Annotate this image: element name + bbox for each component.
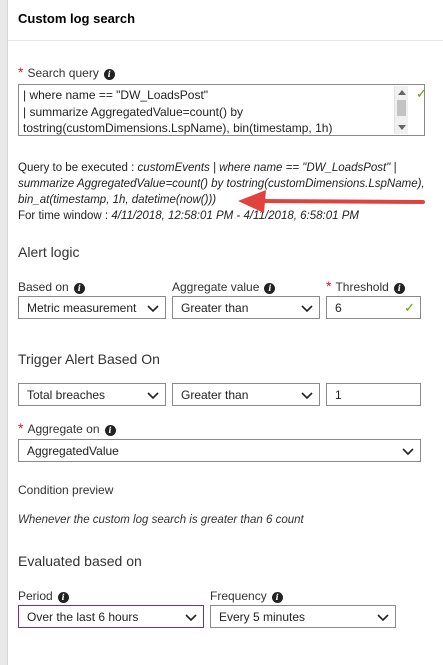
aggregate-on-value: AggregatedValue xyxy=(27,444,119,458)
trigger-operator-select[interactable]: Greater than xyxy=(172,383,320,406)
chevron-down-icon xyxy=(402,448,414,456)
frequency-value: Every 5 minutes xyxy=(219,610,306,624)
required-asterisk: * xyxy=(326,278,332,294)
frequency-label: Frequency xyxy=(210,589,267,603)
header-divider xyxy=(8,40,443,41)
period-select[interactable]: Over the last 6 hours xyxy=(18,605,204,628)
based-on-label: Based on xyxy=(18,280,69,294)
exec-line-1: customEvents | where name == "DW_LoadsPo… xyxy=(137,162,397,174)
breaches-select[interactable]: Total breaches xyxy=(18,383,166,406)
threshold-label-row: * Threshold i xyxy=(326,278,405,294)
threshold-value: 6 xyxy=(335,301,342,315)
exec-prefix: Query to be executed : xyxy=(18,162,138,174)
chevron-down-icon xyxy=(147,392,159,400)
breach-count-value: 1 xyxy=(335,388,342,402)
aggregate-on-select[interactable]: AggregatedValue xyxy=(18,439,421,462)
time-window-label: For time window : xyxy=(18,210,112,222)
threshold-label: Threshold xyxy=(335,280,389,294)
alert-logic-heading: Alert logic xyxy=(18,244,80,260)
required-asterisk: * xyxy=(18,420,24,436)
panel-title: Custom log search xyxy=(18,11,136,26)
evaluated-based-on-heading: Evaluated based on xyxy=(18,553,142,569)
search-query-label: Search query xyxy=(27,66,99,80)
period-label-row: Period i xyxy=(18,589,69,603)
query-line-3: tostring(customDimensions.LspName), bin(… xyxy=(23,121,333,135)
based-on-select[interactable]: Metric measurement xyxy=(18,296,166,319)
info-icon[interactable]: i xyxy=(104,425,116,436)
info-icon[interactable]: i xyxy=(73,283,85,294)
search-query-input[interactable]: | where name == "DW_LoadsPost" | summari… xyxy=(18,84,425,136)
scroll-thumb[interactable] xyxy=(397,100,406,116)
chevron-down-icon xyxy=(377,614,389,622)
condition-preview-heading: Condition preview xyxy=(18,483,114,497)
aggregate-value-label-row: Aggregate value i xyxy=(172,280,276,294)
search-query-label-row: * Search query i xyxy=(18,64,115,80)
search-query-text: | where name == "DW_LoadsPost" | summari… xyxy=(23,87,395,137)
scroll-up-arrow-icon[interactable] xyxy=(398,90,406,95)
aggregate-on-label-row: * Aggregate on i xyxy=(18,420,116,436)
trigger-operator-value: Greater than xyxy=(181,388,249,402)
based-on-label-row: Based on i xyxy=(18,280,85,294)
scroll-down-arrow-icon[interactable] xyxy=(398,125,406,130)
info-icon[interactable]: i xyxy=(264,283,276,294)
query-line-2: | summarize AggregatedValue=count() by xyxy=(23,104,244,119)
valid-check-icon: ✓ xyxy=(416,86,427,101)
breaches-value: Total breaches xyxy=(27,388,106,402)
based-on-value: Metric measurement xyxy=(27,301,137,315)
aggregate-on-label: Aggregate on xyxy=(27,422,100,436)
info-icon[interactable]: i xyxy=(393,283,405,294)
blade-left-edge xyxy=(0,0,8,665)
breach-count-input[interactable]: 1 xyxy=(326,383,421,406)
period-label: Period xyxy=(18,589,53,603)
valid-check-icon: ✓ xyxy=(404,300,415,315)
info-icon[interactable]: i xyxy=(271,592,283,603)
aggregate-value-value: Greater than xyxy=(181,301,249,315)
exec-line-3: bin_at(timestamp, 1h, datetime(now())) xyxy=(18,194,217,206)
period-value: Over the last 6 hours xyxy=(27,610,139,624)
condition-preview-text: Whenever the custom log search is greate… xyxy=(18,514,304,526)
query-line-1: | where name == "DW_LoadsPost" xyxy=(23,88,209,102)
required-asterisk: * xyxy=(18,64,24,80)
frequency-select[interactable]: Every 5 minutes xyxy=(210,605,396,628)
chevron-down-icon xyxy=(147,305,159,313)
query-scrollbar[interactable] xyxy=(394,86,408,134)
aggregate-value-label: Aggregate value xyxy=(172,280,260,294)
aggregate-value-select[interactable]: Greater than xyxy=(172,296,320,319)
trigger-alert-heading: Trigger Alert Based On xyxy=(18,351,160,367)
annotation-arrow-icon xyxy=(238,190,425,213)
chevron-down-icon xyxy=(185,614,197,622)
info-icon[interactable]: i xyxy=(103,69,115,80)
custom-log-search-panel: Custom log search * Search query i | where… xyxy=(8,0,443,665)
chevron-down-icon xyxy=(301,305,313,313)
info-icon[interactable]: i xyxy=(57,592,69,603)
chevron-down-icon xyxy=(301,392,313,400)
frequency-label-row: Frequency i xyxy=(210,589,283,603)
threshold-input[interactable]: 6 ✓ xyxy=(326,296,421,319)
